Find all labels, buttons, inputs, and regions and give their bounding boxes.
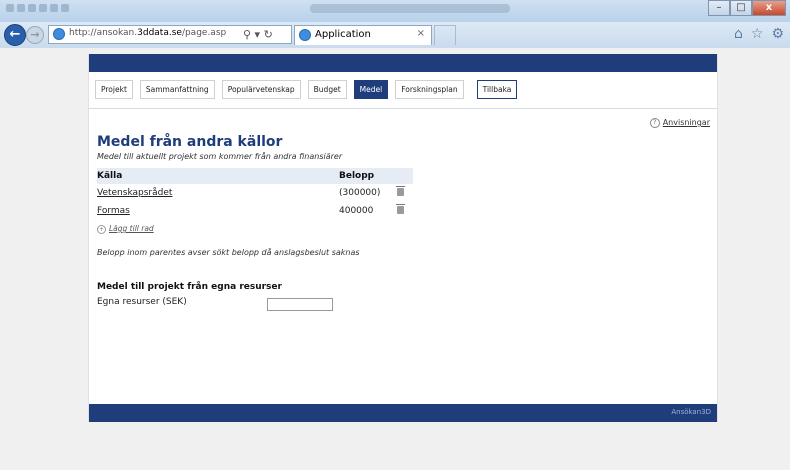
add-row-label[interactable]: Lägg till rad <box>109 224 154 233</box>
footer-brand: Ansökan3D <box>671 408 711 416</box>
table-header-row: Källa Belopp <box>97 168 413 184</box>
qat-icon[interactable] <box>61 4 69 12</box>
menu-medel[interactable]: Medel <box>353 80 389 99</box>
home-icon[interactable]: ⌂ <box>734 26 743 42</box>
forward-button[interactable]: → <box>26 26 44 44</box>
column-header-source: Källa <box>97 168 339 184</box>
table-row: Vetenskapsrådet (300000) <box>97 184 413 202</box>
browser-navbar: ← → http://ansokan.3ddata.se/page.asp ⚲ … <box>0 22 790 48</box>
url-text: http://ansokan.3ddata.se/page.asp <box>69 28 227 38</box>
maximize-button[interactable]: □ <box>730 0 752 16</box>
source-link[interactable]: Vetenskapsrådet <box>97 188 172 198</box>
qat-icon[interactable] <box>39 4 47 12</box>
ie-icon <box>53 28 65 40</box>
menu-sammanfattning[interactable]: Sammanfattning <box>139 80 215 99</box>
page-viewport: Projekt Sammanfattning Populärvetenskap … <box>0 48 790 470</box>
new-tab-button[interactable] <box>434 25 456 45</box>
menu-budget[interactable]: Budget <box>307 80 347 99</box>
window-titlebar: – □ x <box>0 0 790 22</box>
back-link-button[interactable]: Tillbaka <box>476 80 518 99</box>
funding-sources-table: Källa Belopp Vetenskapsrådet (300000) Fo… <box>97 168 413 220</box>
own-resources-label: Egna resurser (SEK) <box>97 297 187 307</box>
qat-icon[interactable] <box>50 4 58 12</box>
search-icon: ⚲ <box>243 28 252 41</box>
app-footer: Ansökan3D <box>89 404 717 422</box>
page-title: Medel från andra källor <box>97 134 283 150</box>
address-tools[interactable]: ⚲ ▾ ↻ <box>243 26 273 43</box>
amount-cell: (300000) <box>339 188 381 198</box>
table-row: Formas 400000 <box>97 202 413 220</box>
browser-tab[interactable]: Application × <box>294 25 432 45</box>
address-bar[interactable]: http://ansokan.3ddata.se/page.asp ⚲ ▾ ↻ <box>48 25 292 44</box>
qat-icon[interactable] <box>17 4 25 12</box>
amount-note: Belopp inom parentes avser sökt belopp d… <box>97 248 360 257</box>
minimize-button[interactable]: – <box>708 0 730 16</box>
favorites-star-icon[interactable]: ☆ <box>751 26 764 42</box>
refresh-icon: ↻ <box>263 28 273 41</box>
amount-cell: 400000 <box>339 206 374 216</box>
close-window-button[interactable]: x <box>752 0 786 16</box>
window-title-blur <box>310 4 510 13</box>
qat-icon[interactable] <box>6 4 14 12</box>
menu-projekt[interactable]: Projekt <box>95 80 133 99</box>
main-menu: Projekt Sammanfattning Populärvetenskap … <box>89 72 717 109</box>
help-icon: ? <box>649 118 660 128</box>
ie-icon <box>299 29 311 41</box>
page-subtitle: Medel till aktuellt projekt som kommer f… <box>97 152 343 161</box>
column-header-amount: Belopp <box>339 168 397 184</box>
tab-title: Application <box>315 29 371 40</box>
plus-icon: + <box>97 225 106 234</box>
source-link[interactable]: Formas <box>97 206 130 216</box>
add-row-link[interactable]: + Lägg till rad <box>97 224 154 234</box>
menu-popularvetenskap[interactable]: Populärvetenskap <box>221 80 301 99</box>
delete-trash-icon[interactable] <box>396 203 405 214</box>
qat-icon[interactable] <box>28 4 36 12</box>
help-link[interactable]: ? Anvisningar <box>649 118 710 128</box>
delete-trash-icon[interactable] <box>396 185 405 196</box>
tab-close-icon[interactable]: × <box>417 28 425 39</box>
app-header-bar <box>89 54 717 72</box>
own-resources-heading: Medel till projekt från egna resurser <box>97 282 282 292</box>
menu-forskningsplan[interactable]: Forskningsplan <box>395 80 464 99</box>
quick-access-toolbar <box>6 4 69 12</box>
settings-gear-icon[interactable]: ⚙ <box>771 26 784 42</box>
back-button[interactable]: ← <box>4 24 26 46</box>
application-panel: Projekt Sammanfattning Populärvetenskap … <box>88 54 718 422</box>
help-label[interactable]: Anvisningar <box>663 118 710 127</box>
own-resources-input[interactable] <box>267 298 333 311</box>
